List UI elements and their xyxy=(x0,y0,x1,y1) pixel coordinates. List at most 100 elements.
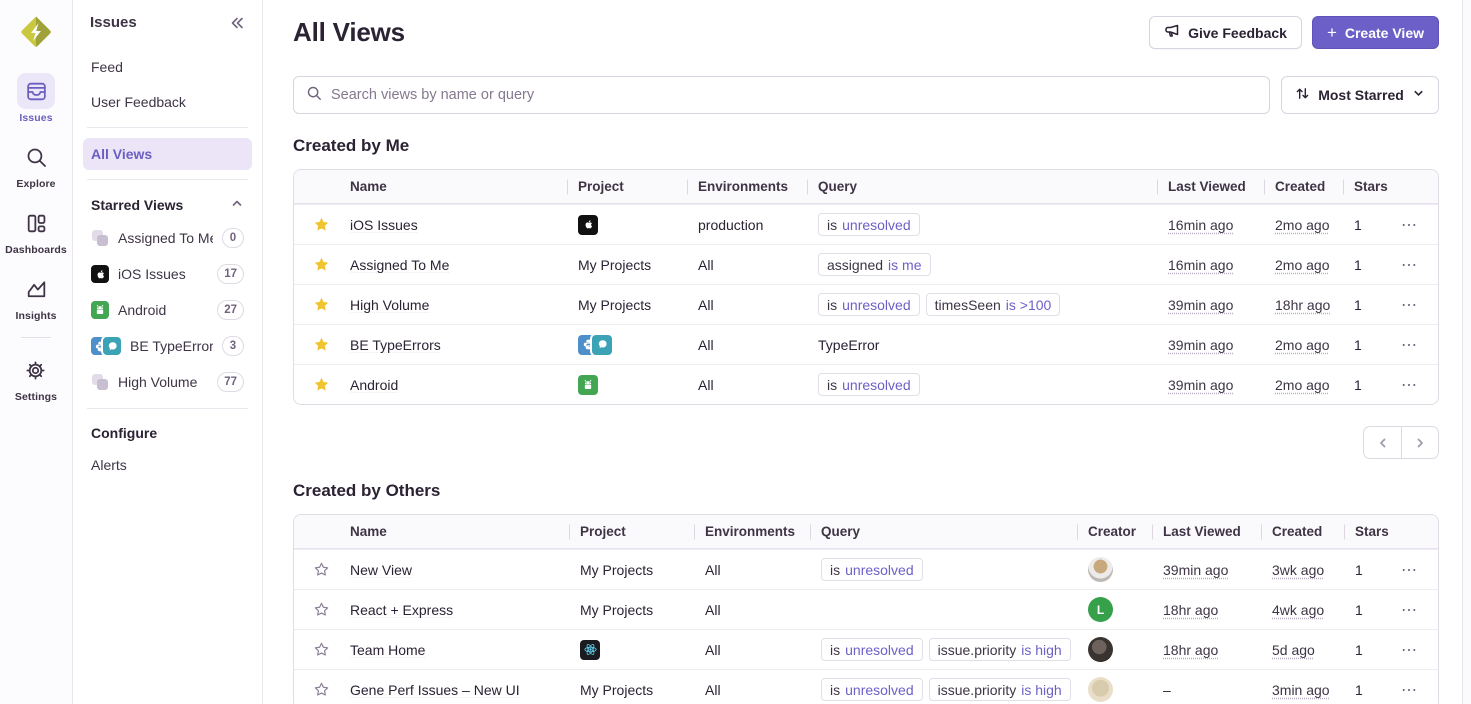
sidebar-item-all-views[interactable]: All Views xyxy=(83,138,252,170)
table-row: New ViewMy ProjectsAllisunresolved39min … xyxy=(294,549,1438,589)
view-name-link[interactable]: iOS Issues xyxy=(350,217,418,233)
created-cell: 2mo ago xyxy=(1273,377,1352,393)
starred-view-android[interactable]: Android27 xyxy=(83,293,252,327)
search-views-input[interactable] xyxy=(331,87,1257,103)
row-menu-button[interactable]: ⋯ xyxy=(1401,640,1418,660)
create-view-button[interactable]: + Create View xyxy=(1312,16,1439,49)
issue-count-badge: 27 xyxy=(217,300,244,320)
environments-cell: All xyxy=(696,297,816,313)
stars-count: 1 xyxy=(1354,257,1362,273)
table-row: React + ExpressMy ProjectsAllL18hr ago4w… xyxy=(294,589,1438,629)
name-cell: Assigned To Me xyxy=(348,257,576,273)
view-name-link[interactable]: New View xyxy=(350,562,412,578)
view-name-link[interactable]: React + Express xyxy=(350,602,453,618)
chevron-up-icon[interactable] xyxy=(230,196,244,213)
view-name-link[interactable]: Android xyxy=(350,377,398,393)
last-viewed-cell: 16min ago xyxy=(1166,217,1273,233)
scrollbar-track[interactable] xyxy=(1462,0,1471,704)
stars-cell: 1 xyxy=(1353,642,1399,658)
environment-label: All xyxy=(698,337,714,353)
project-icons xyxy=(578,375,598,395)
created-value: 18hr ago xyxy=(1275,297,1330,313)
query-cell: isunresolvedissue.priorityis high xyxy=(819,678,1086,701)
rail-item-insights[interactable]: Insights xyxy=(15,271,56,322)
next-page-button[interactable] xyxy=(1401,427,1438,458)
rail-item-issues[interactable]: Issues xyxy=(17,73,55,124)
row-menu-button[interactable]: ⋯ xyxy=(1401,295,1418,315)
last-viewed-cell: 16min ago xyxy=(1166,257,1273,273)
star-filled-icon[interactable] xyxy=(294,336,348,353)
created-cell: 4wk ago xyxy=(1270,602,1353,618)
table-row: Gene Perf Issues – New UIMy ProjectsAlli… xyxy=(294,669,1438,704)
insights-icon xyxy=(17,271,55,307)
sentry-logo-icon[interactable] xyxy=(15,11,57,53)
rail-item-dashboards[interactable]: Dashboards xyxy=(5,205,67,256)
project-cell xyxy=(576,335,696,355)
starred-view-label: BE TypeErrors xyxy=(130,338,213,354)
give-feedback-button[interactable]: Give Feedback xyxy=(1149,16,1302,49)
row-menu-button[interactable]: ⋯ xyxy=(1401,680,1418,700)
rail-item-settings[interactable]: Settings xyxy=(15,352,57,403)
row-menu-button[interactable]: ⋯ xyxy=(1401,560,1418,580)
sidebar-item-alerts[interactable]: Alerts xyxy=(83,449,252,481)
row-menu-button[interactable]: ⋯ xyxy=(1401,375,1418,395)
actions-cell: ⋯ xyxy=(1399,375,1438,395)
plus-icon: + xyxy=(1327,24,1337,41)
star-filled-icon[interactable] xyxy=(294,256,348,273)
row-menu-button[interactable]: ⋯ xyxy=(1401,255,1418,275)
sidebar-item-feed[interactable]: Feed xyxy=(83,51,252,83)
environment-label: All xyxy=(705,642,721,658)
sort-dropdown[interactable]: Most Starred xyxy=(1281,76,1439,114)
row-menu-button[interactable]: ⋯ xyxy=(1401,215,1418,235)
environment-label: All xyxy=(705,602,721,618)
view-name-link[interactable]: BE TypeErrors xyxy=(350,337,441,353)
starred-view-be-typeerrors[interactable]: BE TypeErrors3 xyxy=(83,329,252,363)
stars-cell: 1 xyxy=(1353,562,1399,578)
star-outline-icon[interactable] xyxy=(294,681,348,698)
query-token-part: is high xyxy=(1021,682,1061,698)
row-menu-button[interactable]: ⋯ xyxy=(1401,335,1418,355)
sidebar-item-user-feedback[interactable]: User Feedback xyxy=(83,86,252,118)
project-label: My Projects xyxy=(578,257,651,273)
last-viewed-cell: 39min ago xyxy=(1161,562,1270,578)
react-project-icon xyxy=(580,640,600,660)
created-by-others-table: NameProjectEnvironmentsQueryCreatorLast … xyxy=(293,514,1439,704)
column-header-name: Name xyxy=(348,524,578,539)
environments-cell: All xyxy=(703,682,819,698)
column-header-project: Project xyxy=(578,524,703,539)
star-outline-icon[interactable] xyxy=(294,561,348,578)
prev-page-button[interactable] xyxy=(1364,427,1401,458)
stars-count: 1 xyxy=(1355,682,1363,698)
table-row: AndroidAllisunresolved39min ago2mo ago1⋯ xyxy=(294,364,1438,404)
view-name-link[interactable]: High Volume xyxy=(350,297,429,313)
collapse-left-icon[interactable] xyxy=(229,15,245,31)
environment-label: All xyxy=(698,377,714,393)
starred-view-ios-issues[interactable]: iOS Issues 17 xyxy=(83,257,252,291)
row-menu-button[interactable]: ⋯ xyxy=(1401,600,1418,620)
last-viewed-value: 39min ago xyxy=(1163,562,1228,578)
created-value: 5d ago xyxy=(1272,642,1315,658)
star-filled-icon[interactable] xyxy=(294,376,348,393)
view-name-link[interactable]: Assigned To Me xyxy=(350,257,449,273)
star-outline-icon[interactable] xyxy=(294,641,348,658)
table-row: Team HomeAllisunresolvedissue.priorityis… xyxy=(294,629,1438,669)
table-header-row: NameProjectEnvironmentsQueryCreatorLast … xyxy=(294,515,1438,549)
starred-view-label: iOS Issues xyxy=(118,266,208,282)
created-value: 3wk ago xyxy=(1272,562,1324,578)
view-name-link[interactable]: Gene Perf Issues – New UI xyxy=(350,682,520,698)
star-outline-icon[interactable] xyxy=(294,601,348,618)
rail-item-explore[interactable]: Explore xyxy=(16,139,55,190)
actions-cell: ⋯ xyxy=(1399,255,1438,275)
star-filled-icon[interactable] xyxy=(294,216,348,233)
view-name-link[interactable]: Team Home xyxy=(350,642,425,658)
dashboards-icon xyxy=(17,205,55,241)
last-viewed-cell: 39min ago xyxy=(1166,337,1273,353)
starred-view-assigned-to-me[interactable]: Assigned To Me0 xyxy=(83,221,252,255)
query-token-chip: isunresolved xyxy=(821,678,923,701)
starred-view-high-volume[interactable]: High Volume77 xyxy=(83,365,252,399)
last-viewed-cell: 18hr ago xyxy=(1161,642,1270,658)
query-token-part: is xyxy=(827,377,837,393)
issue-count-badge: 17 xyxy=(217,264,244,284)
query-cell: assignedis me xyxy=(816,253,1166,276)
star-filled-icon[interactable] xyxy=(294,296,348,313)
